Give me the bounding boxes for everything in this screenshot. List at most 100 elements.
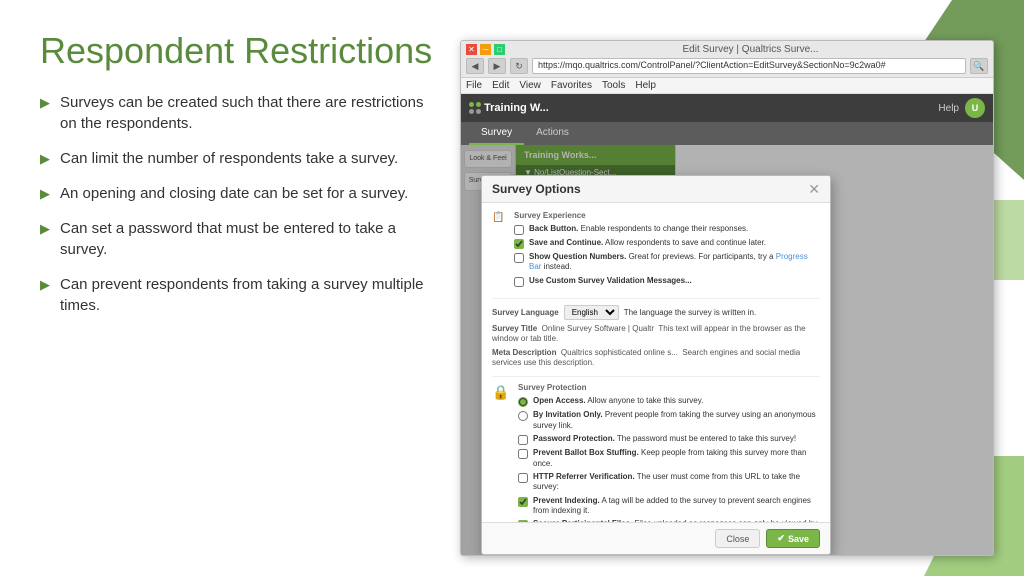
window-maximize-button[interactable]: □ xyxy=(494,44,505,55)
logo-dot-1 xyxy=(469,102,474,107)
bullet-text-1: Surveys can be created such that there a… xyxy=(60,92,440,134)
window-close-button[interactable]: ✕ xyxy=(466,44,477,55)
list-item: ▶ Can set a password that must be entere… xyxy=(40,218,440,260)
survey-protection-section: 🔒 Survey Protection Open Access. Allow a… xyxy=(492,383,820,522)
window-controls: ✕ ─ □ xyxy=(466,44,505,55)
bullet-list: ▶ Surveys can be created such that there… xyxy=(40,92,440,316)
open-access-label: Open Access. Allow anyone to take this s… xyxy=(533,396,703,406)
menu-help[interactable]: Help xyxy=(635,80,656,91)
nav-user-avatar[interactable]: U xyxy=(965,98,985,118)
bullet-arrow-icon: ▶ xyxy=(40,150,50,168)
open-access-radio[interactable] xyxy=(518,397,528,407)
option-open-access: Open Access. Allow anyone to take this s… xyxy=(518,396,820,407)
http-referrer-label: HTTP Referrer Verification. The user mus… xyxy=(533,472,820,493)
page-title: Respondent Restrictions xyxy=(40,30,440,72)
modal-body: 📋 Survey Experience Back Button. Enable … xyxy=(482,203,830,522)
survey-experience-label: Survey Experience xyxy=(514,211,820,220)
bullet-arrow-icon: ▶ xyxy=(40,94,50,112)
invitation-only-radio[interactable] xyxy=(518,411,528,421)
http-referrer-checkbox[interactable] xyxy=(518,473,528,483)
survey-language-label: Survey Language xyxy=(492,308,559,317)
browser-title-text: Edit Survey | Qualtrics Surve... xyxy=(513,44,988,55)
qualtrics-logo: Training W... xyxy=(469,102,549,114)
save-continue-checkbox[interactable] xyxy=(514,239,524,249)
survey-language-row: Survey Language English The language the… xyxy=(492,305,820,320)
save-button[interactable]: ✔ Save xyxy=(766,529,820,548)
custom-validation-label: Use Custom Survey Validation Messages... xyxy=(529,276,692,286)
invitation-only-label: By Invitation Only. Prevent people from … xyxy=(533,410,820,431)
language-description: The language the survey is written in. xyxy=(624,308,757,317)
option-invitation-only: By Invitation Only. Prevent people from … xyxy=(518,410,820,431)
save-continue-label: Save and Continue. Allow respondents to … xyxy=(529,238,766,248)
refresh-button[interactable]: ↻ xyxy=(510,58,528,74)
survey-experience-section: 📋 Survey Experience Back Button. Enable … xyxy=(492,211,820,290)
option-save-continue: Save and Continue. Allow respondents to … xyxy=(514,238,820,249)
logo-dot-2 xyxy=(476,102,481,107)
bullet-arrow-icon: ▶ xyxy=(40,185,50,203)
search-button[interactable]: 🔍 xyxy=(970,58,988,74)
list-item: ▶ An opening and closing date can be set… xyxy=(40,183,440,204)
ballot-box-label: Prevent Ballot Box Stuffing. Keep people… xyxy=(533,448,820,469)
show-question-numbers-checkbox[interactable] xyxy=(514,253,524,263)
prevent-indexing-label: Prevent Indexing. A tag will be added to… xyxy=(533,496,820,517)
bullet-text-2: Can limit the number of respondents take… xyxy=(60,148,398,169)
left-panel: Respondent Restrictions ▶ Surveys can be… xyxy=(40,30,460,556)
option-ballot-box: Prevent Ballot Box Stuffing. Keep people… xyxy=(518,448,820,469)
survey-language-section: Survey Language English The language the… xyxy=(492,305,820,369)
address-bar[interactable]: https://mqo.qualtrics.com/ControlPanel/?… xyxy=(532,58,966,74)
menu-favorites[interactable]: Favorites xyxy=(551,80,592,91)
option-password-protection: Password Protection. The password must b… xyxy=(518,434,820,445)
prevent-indexing-checkbox[interactable] xyxy=(518,497,528,507)
section-divider-2 xyxy=(492,376,820,377)
meta-description-row: Meta Description Qualtrics sophisticated… xyxy=(492,348,820,369)
browser-window: ✕ ─ □ Edit Survey | Qualtrics Surve... ◀… xyxy=(460,40,994,556)
browser-chrome: ✕ ─ □ Edit Survey | Qualtrics Surve... ◀… xyxy=(461,41,993,78)
option-show-question-numbers: Show Question Numbers. Great for preview… xyxy=(514,252,820,273)
forward-button[interactable]: ▶ xyxy=(488,58,506,74)
password-protection-label: Password Protection. The password must b… xyxy=(533,434,796,444)
list-item: ▶ Can limit the number of respondents ta… xyxy=(40,148,440,169)
save-label: Save xyxy=(788,534,809,544)
qualtrics-app: Training W... Help U Survey Actions Look… xyxy=(461,94,993,555)
logo-dots xyxy=(469,102,481,114)
list-item: ▶ Surveys can be created such that there… xyxy=(40,92,440,134)
menu-view[interactable]: View xyxy=(519,80,541,91)
password-protection-checkbox[interactable] xyxy=(518,435,528,445)
qualtrics-top-nav: Training W... Help U xyxy=(461,94,993,122)
menu-tools[interactable]: Tools xyxy=(602,80,625,91)
menu-bar: File Edit View Favorites Tools Help xyxy=(461,78,993,94)
bullet-text-3: An opening and closing date can be set f… xyxy=(60,183,408,204)
qualtrics-tabs: Survey Actions xyxy=(461,122,993,145)
language-select[interactable]: English xyxy=(564,305,619,320)
option-custom-validation: Use Custom Survey Validation Messages... xyxy=(514,276,820,287)
browser-title-bar: ✕ ─ □ Edit Survey | Qualtrics Surve... xyxy=(466,44,988,55)
ballot-box-checkbox[interactable] xyxy=(518,449,528,459)
bullet-arrow-icon: ▶ xyxy=(40,276,50,294)
address-bar-row: ◀ ▶ ↻ https://mqo.qualtrics.com/ControlP… xyxy=(466,58,988,74)
tab-actions[interactable]: Actions xyxy=(524,122,581,145)
window-minimize-button[interactable]: ─ xyxy=(480,44,491,55)
tab-survey[interactable]: Survey xyxy=(469,122,524,145)
bullet-text-4: Can set a password that must be entered … xyxy=(60,218,440,260)
custom-validation-checkbox[interactable] xyxy=(514,277,524,287)
option-http-referrer: HTTP Referrer Verification. The user mus… xyxy=(518,472,820,493)
logo-dot-4 xyxy=(476,109,481,114)
bullet-arrow-icon: ▶ xyxy=(40,220,50,238)
save-icon: ✔ xyxy=(777,533,785,544)
modal-title: Survey Options xyxy=(492,182,581,196)
option-back-button: Back Button. Enable respondents to chang… xyxy=(514,224,820,235)
lock-icon: 🔒 xyxy=(492,384,509,401)
modal-close-button[interactable]: ✕ xyxy=(808,182,820,196)
project-name: Training W... xyxy=(484,102,549,114)
modal-overlay: Survey Options ✕ 📋 xyxy=(461,145,993,555)
survey-title-row: Survey Title Online Survey Software | Qu… xyxy=(492,324,820,345)
logo-dot-3 xyxy=(469,109,474,114)
nav-help[interactable]: Help xyxy=(938,103,959,114)
close-button[interactable]: Close xyxy=(715,529,760,548)
menu-file[interactable]: File xyxy=(466,80,482,91)
bullet-text-5: Can prevent respondents from taking a su… xyxy=(60,274,440,316)
back-button-label: Back Button. Enable respondents to chang… xyxy=(529,224,748,234)
menu-edit[interactable]: Edit xyxy=(492,80,509,91)
back-button-checkbox[interactable] xyxy=(514,225,524,235)
back-button[interactable]: ◀ xyxy=(466,58,484,74)
